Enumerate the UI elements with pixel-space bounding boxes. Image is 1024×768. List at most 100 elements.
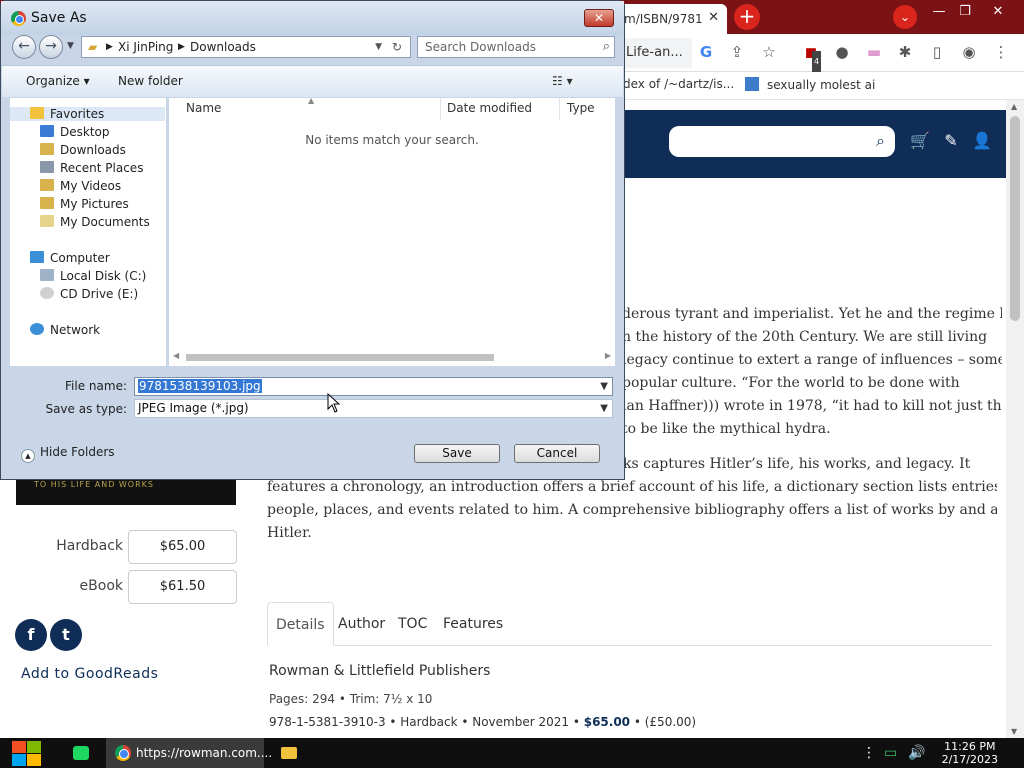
search-icon[interactable]: ⌕ bbox=[876, 131, 885, 151]
search-icon: ⌕ bbox=[602, 39, 610, 54]
organize-button[interactable]: Organize ▾ bbox=[26, 74, 90, 88]
recent-locations-dropdown[interactable]: ▼ bbox=[67, 41, 74, 51]
folder-icon: ▰ bbox=[88, 40, 98, 54]
menu-kebab-icon[interactable]: ⋮ bbox=[990, 41, 1012, 63]
bookmark-star-icon[interactable]: ☆ bbox=[758, 41, 780, 63]
pictures-folder-icon bbox=[40, 197, 54, 209]
scrollbar-thumb[interactable] bbox=[186, 354, 494, 361]
profile-icon[interactable]: ◉ bbox=[958, 41, 980, 63]
extension-flag-icon[interactable]: ▬ bbox=[863, 41, 885, 63]
hard-disk-icon bbox=[40, 269, 54, 281]
restore-button[interactable]: ❐ bbox=[950, 2, 980, 22]
navigation-pane: Favorites Desktop Downloads Recent Place… bbox=[10, 98, 166, 366]
breadcrumb-user[interactable]: Xi JinPing bbox=[118, 37, 173, 57]
column-date-modified[interactable]: Date modified bbox=[447, 101, 532, 115]
google-icon[interactable]: G bbox=[695, 41, 717, 63]
bookmark-item[interactable]: dex of /~dartz/is... bbox=[623, 77, 734, 91]
ublock-extension-icon[interactable]: ◼ 4 bbox=[800, 41, 822, 73]
chevron-down-icon[interactable]: ▼ bbox=[600, 378, 608, 395]
nav-my-documents[interactable]: My Documents bbox=[40, 215, 150, 229]
dialog-close-button[interactable]: ✕ bbox=[584, 9, 614, 27]
view-options-icon[interactable]: ☷ ▾ bbox=[552, 74, 573, 88]
side-panel-icon[interactable]: ▯ bbox=[926, 41, 948, 63]
tab-toc[interactable]: TOC bbox=[390, 602, 435, 646]
window-close-button[interactable]: ✕ bbox=[983, 2, 1013, 22]
extensions-puzzle-icon[interactable]: ✱ bbox=[894, 41, 916, 63]
breadcrumb[interactable]: ▰ ▶ Xi JinPing ▶ Downloads ▼ ↻ bbox=[81, 36, 411, 58]
facebook-icon[interactable]: f bbox=[15, 619, 47, 651]
page-scrollbar[interactable]: ▲ ▼ bbox=[1006, 100, 1024, 738]
sort-ascending-icon: ▲ bbox=[308, 96, 315, 105]
twitter-icon[interactable]: t bbox=[50, 619, 82, 651]
new-folder-button[interactable]: New folder bbox=[118, 74, 183, 88]
scroll-up-icon[interactable]: ▲ bbox=[1011, 102, 1017, 111]
refresh-icon[interactable]: ↻ bbox=[392, 37, 402, 57]
spotify-taskbar-icon[interactable] bbox=[73, 746, 89, 760]
horizontal-scrollbar[interactable]: ◀ ▶ bbox=[169, 349, 615, 364]
extension-avatar-icon[interactable]: ● bbox=[831, 41, 853, 63]
browser-tab-active[interactable]: m/ISBN/9781 ✕ bbox=[612, 4, 727, 34]
network-tray-icon[interactable]: ▭ bbox=[884, 738, 897, 768]
bookmark-item[interactable]: sexually molest ai bbox=[745, 77, 875, 92]
file-list-pane: ▲ Name Date modified Type No items match… bbox=[169, 96, 615, 366]
save-button[interactable]: Save bbox=[414, 444, 500, 463]
nav-network[interactable]: Network bbox=[30, 323, 100, 337]
hardback-price-button[interactable]: $65.00 bbox=[128, 530, 237, 564]
nav-downloads[interactable]: Downloads bbox=[40, 143, 126, 157]
tab-close-icon[interactable]: ✕ bbox=[708, 10, 719, 25]
tray-overflow-icon[interactable]: ⋮ bbox=[862, 738, 876, 768]
ebook-price-button[interactable]: $61.50 bbox=[128, 570, 237, 604]
hide-folders-toggle[interactable]: ▲ Hide Folders bbox=[21, 445, 115, 463]
dialog-title-bar[interactable]: Save As ✕ bbox=[1, 1, 624, 35]
mouse-cursor-icon bbox=[327, 393, 341, 413]
save-as-type-label: Save as type: bbox=[45, 402, 127, 416]
forward-button[interactable]: → bbox=[39, 35, 63, 59]
breadcrumb-dropdown-icon[interactable]: ▼ bbox=[375, 37, 382, 57]
chrome-taskbar-button[interactable]: https://rowman.com.... bbox=[106, 738, 272, 768]
scroll-down-icon[interactable]: ▼ bbox=[1011, 727, 1017, 736]
system-clock[interactable]: 11:26 PM 2/17/2023 bbox=[942, 740, 998, 766]
file-name-field[interactable]: 9781538139103.jpg ▼ bbox=[134, 377, 613, 396]
chevron-right-icon: ▶ bbox=[178, 42, 185, 52]
breadcrumb-downloads[interactable]: Downloads bbox=[190, 37, 256, 57]
site-search-input[interactable]: ⌕ bbox=[669, 126, 895, 157]
new-tab-button[interactable]: + bbox=[734, 4, 760, 30]
search-input[interactable]: Search Downloads ⌕ bbox=[417, 36, 615, 58]
nav-recent-places[interactable]: Recent Places bbox=[40, 161, 143, 175]
scroll-right-icon[interactable]: ▶ bbox=[605, 351, 611, 360]
recent-places-icon bbox=[40, 161, 54, 173]
share-icon[interactable]: ⇪ bbox=[726, 41, 748, 63]
scroll-left-icon[interactable]: ◀ bbox=[173, 351, 179, 360]
description-paragraph-1: derous tyrant and imperialist. Yet he an… bbox=[622, 306, 1002, 437]
nav-local-disk[interactable]: Local Disk (C:) bbox=[40, 269, 146, 283]
downloads-folder-icon bbox=[40, 143, 54, 155]
column-divider[interactable] bbox=[440, 98, 441, 120]
nav-my-pictures[interactable]: My Pictures bbox=[40, 197, 129, 211]
nav-desktop[interactable]: Desktop bbox=[40, 125, 110, 139]
account-icon[interactable]: 👤 bbox=[971, 130, 993, 152]
chevron-down-icon[interactable]: ▼ bbox=[600, 400, 608, 417]
start-button[interactable] bbox=[10, 739, 42, 767]
edit-icon[interactable]: ✎ bbox=[940, 130, 962, 152]
price-row-ebook: eBook $61.50 bbox=[16, 570, 237, 604]
nav-computer[interactable]: Computer bbox=[30, 251, 110, 265]
scrollbar-thumb[interactable] bbox=[1010, 116, 1020, 321]
column-name[interactable]: Name bbox=[186, 101, 221, 115]
add-to-goodreads-link[interactable]: Add to GoodReads bbox=[21, 666, 158, 682]
save-as-type-select[interactable]: JPEG Image (*.jpg) ▼ bbox=[134, 399, 613, 418]
column-divider[interactable] bbox=[559, 98, 560, 120]
nav-my-videos[interactable]: My Videos bbox=[40, 179, 121, 193]
tab-search-button[interactable]: ⌄ bbox=[893, 5, 917, 29]
cart-icon[interactable]: 🛒 bbox=[909, 130, 931, 152]
nav-favorites[interactable]: Favorites bbox=[10, 107, 165, 121]
nav-cd-drive[interactable]: CD Drive (E:) bbox=[40, 287, 138, 301]
volume-tray-icon[interactable]: 🔊 bbox=[908, 738, 925, 768]
tab-details[interactable]: Details bbox=[267, 602, 334, 646]
tab-features[interactable]: Features bbox=[435, 602, 511, 646]
format-label: eBook bbox=[79, 578, 123, 594]
cancel-button[interactable]: Cancel bbox=[514, 444, 600, 463]
file-explorer-icon[interactable] bbox=[281, 747, 297, 759]
tab-author[interactable]: Author bbox=[330, 602, 393, 646]
back-button[interactable]: ← bbox=[12, 35, 36, 59]
column-type[interactable]: Type bbox=[567, 101, 595, 115]
